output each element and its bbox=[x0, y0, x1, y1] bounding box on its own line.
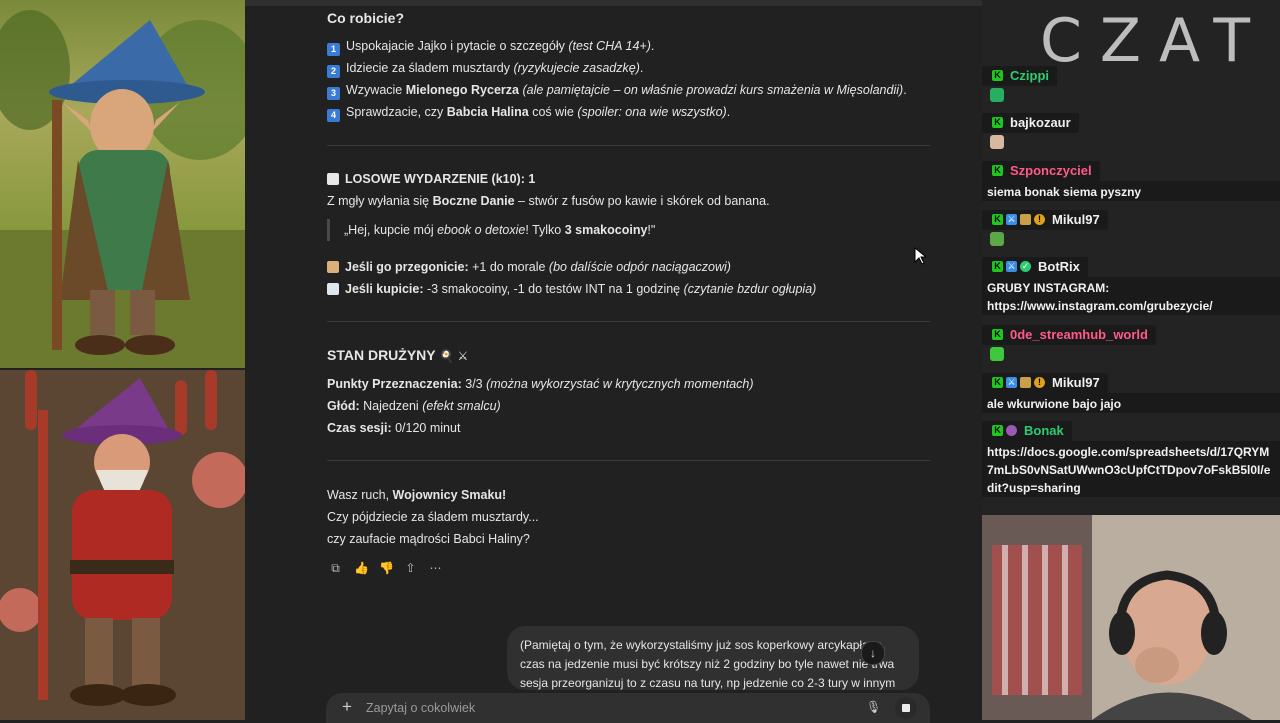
fate-points-line: Punkty Przeznaczenia: 3/3 (można wykorzy… bbox=[327, 377, 754, 391]
closing-line-3: czy zaufacie mądrości Babci Haliny? bbox=[327, 532, 530, 546]
more-icon[interactable]: ⋯ bbox=[429, 562, 442, 575]
scroll-icon bbox=[327, 261, 339, 273]
moderator-badge-icon: ⚔ bbox=[1006, 377, 1017, 388]
moderator-badge-icon: ⚔ bbox=[1006, 214, 1017, 225]
kick-badge-icon: K bbox=[992, 117, 1003, 128]
chart-down-icon bbox=[327, 283, 339, 295]
chat-username[interactable]: Bonak bbox=[1024, 423, 1064, 438]
stop-button[interactable] bbox=[895, 697, 917, 719]
chat-message: Kbajkozaur bbox=[982, 112, 1280, 154]
kick-badge-icon: K bbox=[992, 377, 1003, 388]
user-message-bubble: (Pamiętaj o tym, że wykorzystaliśmy już … bbox=[507, 626, 919, 690]
event-quote: „Hej, kupcie mój ebook o detoxie! Tylko … bbox=[327, 219, 924, 241]
broadcaster-badge-icon bbox=[1006, 425, 1017, 436]
divider bbox=[327, 460, 930, 461]
chat-message: K Czippi bbox=[982, 65, 1280, 107]
kick-badge-icon: K bbox=[992, 329, 1003, 340]
option-1: 1 Uspokajacie Jajko i pytacie o szczegóły… bbox=[327, 35, 947, 57]
chat-username[interactable]: bajkozaur bbox=[1010, 115, 1071, 130]
chat-username[interactable]: Czippi bbox=[1010, 68, 1049, 83]
chat-message: K 0de_streamhub_world bbox=[982, 324, 1280, 366]
copy-icon[interactable]: ⧉ bbox=[329, 562, 342, 575]
frying-pan-swords-icon: 🍳 ⚔ bbox=[439, 349, 469, 363]
chat-message: K Bonak https://docs.google.com/spreadshe… bbox=[982, 420, 1280, 497]
sub-badge-icon bbox=[1020, 214, 1031, 225]
chat-message: K ⚔! Mikul97 bbox=[982, 209, 1280, 251]
chat-username[interactable]: 0de_streamhub_world bbox=[1010, 327, 1148, 342]
if-buy-line: Jeśli kupicie: -3 smakocoiny, -1 do test… bbox=[327, 278, 947, 300]
chat-message-text: siema bonak siema pyszny bbox=[982, 180, 1280, 201]
sub-badge-icon bbox=[1020, 377, 1031, 388]
divider bbox=[327, 321, 930, 322]
hunger-line: Głód: Najedzeni (efekt smalcu) bbox=[327, 399, 501, 413]
kick-badge-icon: K bbox=[992, 261, 1003, 272]
plus-icon[interactable]: + bbox=[342, 697, 352, 717]
event-title: LOSOWE WYDARZENIE (k10): 1 bbox=[327, 168, 535, 190]
mouse-cursor-icon bbox=[914, 247, 926, 265]
gnome-blue-hat-image bbox=[0, 10, 245, 368]
keycap-4-icon: 4 bbox=[327, 109, 340, 122]
composer: + Zapytaj o cokolwiek 🎙 bbox=[326, 693, 930, 723]
gift-badge-icon: ! bbox=[1034, 214, 1045, 225]
chat-message: K Szponczyciel siema bonak siema pyszny bbox=[982, 160, 1280, 201]
option-4: 4 Sprawdzacie, czy Babcia Halina coś wie … bbox=[327, 101, 947, 123]
top-scroll-edge bbox=[245, 0, 982, 6]
status-title: STAN DRUŻYNY 🍳 ⚔ bbox=[327, 347, 469, 363]
if-chase-line: Jeśli go przegonicie: +1 do morale (bo d… bbox=[327, 256, 947, 278]
moderator-badge-icon: ⚔ bbox=[1006, 261, 1017, 272]
gift-badge-icon: ! bbox=[1034, 377, 1045, 388]
chat-message: K ⚔! Mikul97 ale wkurwione bajo jajo bbox=[982, 372, 1280, 413]
dice-icon bbox=[327, 173, 339, 185]
keycap-1-icon: 1 bbox=[327, 43, 340, 56]
message-actions: ⧉ 👍 👎 ⇧ ⋯ bbox=[329, 562, 442, 575]
verified-badge-icon: ✓ bbox=[1020, 261, 1031, 272]
kick-badge-icon: K bbox=[992, 70, 1003, 81]
option-2: 2 Idziecie za śladem musztardy (ryzykujec… bbox=[327, 57, 947, 79]
session-time-line: Czas sesji: 0/120 minut bbox=[327, 421, 461, 435]
chat-message-text[interactable]: https://docs.google.com/spreadsheets/d/1… bbox=[982, 440, 1280, 497]
emote-icon bbox=[990, 346, 1004, 361]
chat-message: K ⚔ ✓ BotRix GRUBY INSTAGRAM: https://www.i… bbox=[982, 256, 1280, 315]
chat-username[interactable]: Mikul97 bbox=[1052, 212, 1100, 227]
divider bbox=[327, 145, 930, 146]
thumbs-down-icon[interactable]: 👎 bbox=[379, 562, 394, 575]
kick-badge-icon: K bbox=[992, 165, 1003, 176]
chat-panel: Co robicie? 1 Uspokajacie Jajko i pytacie… bbox=[245, 0, 982, 723]
emote-icon bbox=[990, 134, 1004, 149]
chat-username[interactable]: Szponczyciel bbox=[1010, 163, 1092, 178]
emote-icon bbox=[990, 231, 1004, 246]
section-title-options: Co robicie? bbox=[327, 10, 405, 26]
webcam-feed bbox=[982, 515, 1280, 720]
chat-username[interactable]: BotRix bbox=[1038, 259, 1080, 274]
closing-line-1: Wasz ruch, Wojownicy Smaku! bbox=[327, 488, 507, 502]
share-icon[interactable]: ⇧ bbox=[404, 562, 417, 575]
keycap-3-icon: 3 bbox=[327, 87, 340, 100]
closing-line-2: Czy pójdziecie za śladem musztardy... bbox=[327, 510, 539, 524]
option-3: 3 Wzywacie Mielonego Rycerza (ale pamięta… bbox=[327, 79, 947, 101]
stop-icon bbox=[902, 704, 910, 712]
kick-badge-icon: K bbox=[992, 425, 1003, 436]
event-description: Z mgły wyłania się Boczne Danie – stwór … bbox=[327, 194, 770, 208]
chat-username[interactable]: Mikul97 bbox=[1052, 375, 1100, 390]
gnome-red-hat-image bbox=[0, 370, 245, 720]
composer-input[interactable]: Zapytaj o cokolwiek bbox=[366, 701, 475, 715]
gnome-illustration-bottom bbox=[0, 370, 245, 720]
microphone-icon[interactable]: 🎙 bbox=[866, 700, 881, 714]
thumbs-up-icon[interactable]: 👍 bbox=[354, 562, 369, 575]
chat-message-text: GRUBY INSTAGRAM: https://www.instagram.c… bbox=[982, 276, 1280, 315]
kick-badge-icon: K bbox=[992, 214, 1003, 225]
scroll-down-button[interactable]: ↓ bbox=[861, 641, 885, 665]
webcam-person-image bbox=[982, 515, 1280, 720]
chat-message-text: ale wkurwione bajo jajo bbox=[982, 392, 1280, 413]
emote-icon bbox=[990, 87, 1004, 102]
keycap-2-icon: 2 bbox=[327, 65, 340, 78]
gnome-illustration-top bbox=[0, 0, 245, 368]
